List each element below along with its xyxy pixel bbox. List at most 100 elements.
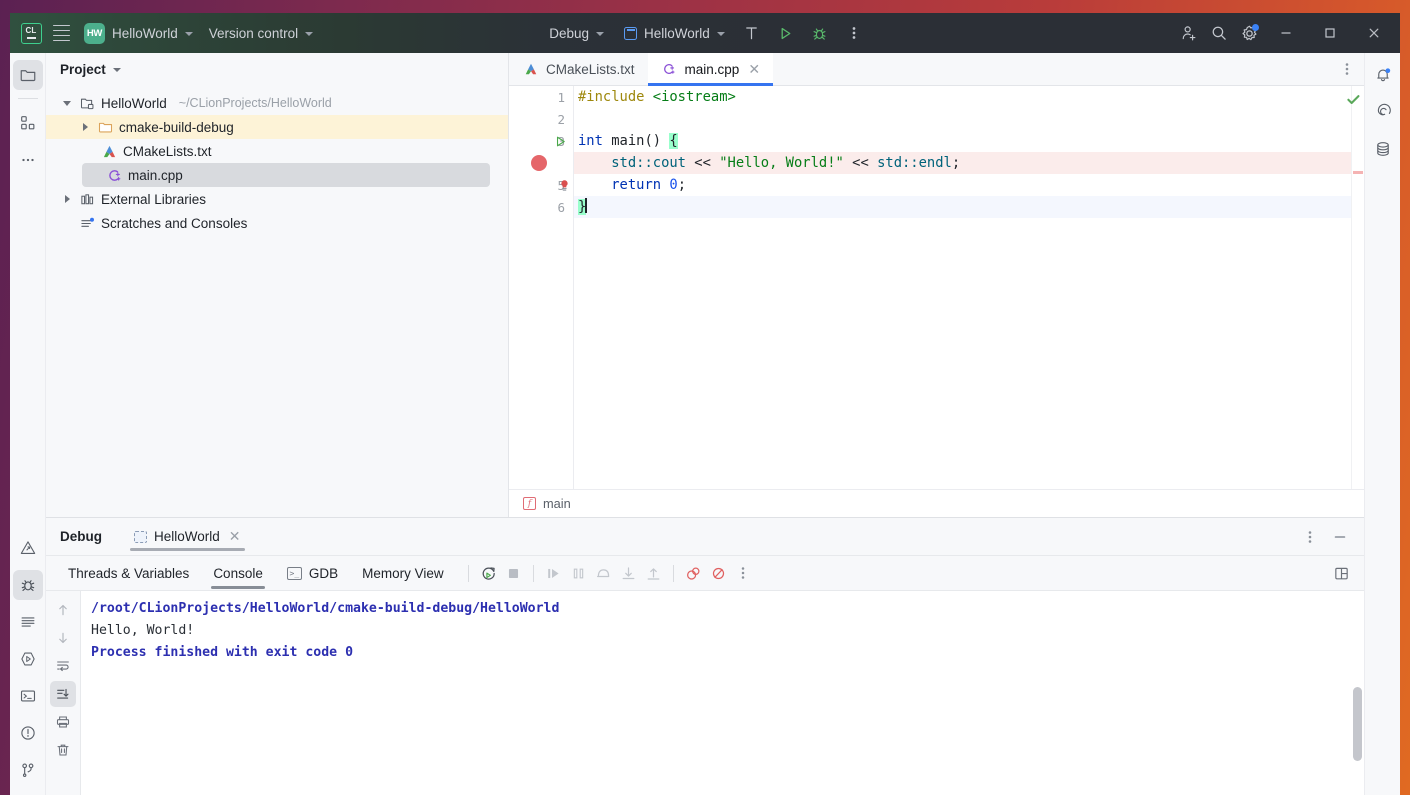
editor-gutter[interactable]: 1 2 3 4 5 6 <box>509 86 573 489</box>
twisty-toggle[interactable] <box>60 96 74 110</box>
debug-tab-memory-view[interactable]: Memory View <box>350 556 456 591</box>
sidebar-item-ai-assistant[interactable] <box>1368 97 1398 127</box>
gutter-run-marker[interactable] <box>553 130 567 152</box>
window-minimize-button[interactable] <box>1264 13 1308 53</box>
run-config-mode-selector[interactable]: Debug <box>541 19 612 47</box>
debug-toolbar: Threads & Variables Console >_ GDB Memor… <box>46 555 1364 591</box>
debug-tab-threads-variables[interactable]: Threads & Variables <box>56 556 201 591</box>
twisty-toggle[interactable] <box>78 120 92 134</box>
debug-button[interactable] <box>805 19 835 47</box>
tree-item-cmakelists[interactable]: CMakeLists.txt <box>46 139 508 163</box>
tree-item-external-libraries[interactable]: External Libraries <box>46 187 508 211</box>
code-lines[interactable]: #include <iostream> int main() { std::co… <box>574 86 1351 489</box>
tree-item-cmake-build-debug[interactable]: cmake-build-debug <box>46 115 508 139</box>
step-out-button[interactable] <box>641 560 666 586</box>
layout-settings-button[interactable] <box>1329 560 1354 586</box>
debug-options-button[interactable] <box>1296 523 1324 551</box>
version-control-widget[interactable]: Version control <box>201 19 321 47</box>
sidebar-item-debug[interactable] <box>12 570 43 600</box>
namespace-token: std::cout <box>611 155 686 171</box>
editor-tab-close-icon[interactable]: ✕ <box>748 61 760 78</box>
account-button[interactable] <box>1174 19 1204 47</box>
resume-program-button[interactable] <box>541 560 566 586</box>
sidebar-item-version-control[interactable] <box>13 755 43 785</box>
run-button[interactable] <box>771 19 801 47</box>
chevron-down-icon <box>716 32 725 36</box>
tree-item-scratches[interactable]: Scratches and Consoles <box>46 211 508 235</box>
tree-item-main-cpp[interactable]: main.cpp <box>82 163 490 187</box>
mute-breakpoints-button[interactable] <box>706 560 731 586</box>
stop-button[interactable] <box>501 560 526 586</box>
breakpoint-marker[interactable] <box>531 155 547 171</box>
console-output[interactable]: /root/CLionProjects/HelloWorld/cmake-bui… <box>80 591 1364 795</box>
sidebar-item-notifications[interactable] <box>1368 60 1398 90</box>
error-stripe-mark[interactable] <box>1353 171 1363 174</box>
console-scrollbar-thumb[interactable] <box>1353 687 1362 761</box>
twisty-toggle[interactable] <box>60 192 74 206</box>
search-icon <box>1212 26 1226 40</box>
sidebar-item-project[interactable] <box>12 60 43 90</box>
session-close-icon[interactable]: ✕ <box>229 528 241 545</box>
sidebar-item-more-tools[interactable] <box>13 145 43 175</box>
project-folder-icon <box>20 70 35 82</box>
code-line-5: return 0; <box>574 174 1351 196</box>
sidebar-item-database[interactable] <box>1368 134 1398 164</box>
view-breakpoints-button[interactable] <box>681 560 706 586</box>
scroll-up-button[interactable] <box>50 597 76 623</box>
clion-logo-button[interactable]: CL <box>16 19 46 47</box>
build-button[interactable] <box>737 19 767 47</box>
debug-session-tab[interactable]: HelloWorld ✕ <box>122 518 253 555</box>
sidebar-item-run[interactable] <box>13 644 43 674</box>
namespace-token: std::endl <box>877 155 952 171</box>
pause-program-icon <box>573 568 583 578</box>
soft-wrap-button[interactable] <box>50 653 76 679</box>
run-configuration-selector[interactable]: HelloWorld <box>616 19 733 47</box>
project-name-label: HelloWorld <box>112 25 178 41</box>
search-everywhere-button[interactable] <box>1204 19 1234 47</box>
scroll-down-icon <box>59 632 67 644</box>
debug-more-button[interactable] <box>731 560 756 586</box>
debug-tab-console[interactable]: Console <box>201 556 275 591</box>
window-maximize-button[interactable] <box>1308 13 1352 53</box>
editor-tab-cmakelists[interactable]: CMakeLists.txt <box>509 53 648 85</box>
settings-button[interactable] <box>1234 19 1264 47</box>
sidebar-item-build[interactable] <box>13 607 43 637</box>
close-icon <box>1369 28 1379 38</box>
rerun-button[interactable] <box>476 560 501 586</box>
console-line[interactable]: /root/CLionProjects/HelloWorld/cmake-bui… <box>91 598 1364 620</box>
step-into-button[interactable] <box>616 560 641 586</box>
run-more-button[interactable] <box>839 19 869 47</box>
debug-minimize-button[interactable] <box>1326 523 1354 551</box>
clion-window: CL HW HelloWorld Version control Debug H… <box>10 13 1400 795</box>
breadcrumb[interactable]: f main <box>509 489 1364 517</box>
project-widget[interactable]: HW HelloWorld <box>76 19 201 47</box>
main-menu-button[interactable] <box>46 19 76 47</box>
print-button[interactable] <box>50 709 76 735</box>
editor-tab-menu-button[interactable] <box>1330 53 1364 85</box>
pause-program-button[interactable] <box>566 560 591 586</box>
clear-all-button[interactable] <box>50 737 76 763</box>
scroll-down-button[interactable] <box>50 625 76 651</box>
debug-tab-gdb[interactable]: >_ GDB <box>275 556 350 591</box>
debug-bug-icon <box>813 27 826 40</box>
sidebar-item-structure[interactable] <box>13 108 43 138</box>
operator-token: << <box>686 155 720 171</box>
tree-item-label: HelloWorld <box>101 95 167 111</box>
sidebar-item-problems-warning[interactable] <box>13 533 43 563</box>
scroll-to-end-button[interactable] <box>50 681 76 707</box>
error-stripe-gutter[interactable] <box>1347 86 1364 489</box>
gutter-intention-bulb[interactable] <box>557 174 571 196</box>
project-folder-icon <box>79 95 96 112</box>
sidebar-item-terminal[interactable] <box>13 681 43 711</box>
step-over-button[interactable] <box>591 560 616 586</box>
chevron-down-icon[interactable] <box>112 68 121 72</box>
sidebar-item-problems[interactable] <box>13 718 43 748</box>
window-close-button[interactable] <box>1352 13 1396 53</box>
run-tool-icon <box>20 652 35 666</box>
center-column: Project HelloWorld ~/CLionProjects/Hello… <box>46 53 1364 795</box>
hammer-icon <box>746 26 758 39</box>
code-editor[interactable]: 1 2 3 4 5 6 <box>509 86 1364 489</box>
layout-settings-icon <box>1335 567 1348 579</box>
editor-tab-main-cpp[interactable]: main.cpp ✕ <box>647 53 774 86</box>
tree-item-helloworld[interactable]: HelloWorld ~/CLionProjects/HelloWorld <box>46 91 508 115</box>
